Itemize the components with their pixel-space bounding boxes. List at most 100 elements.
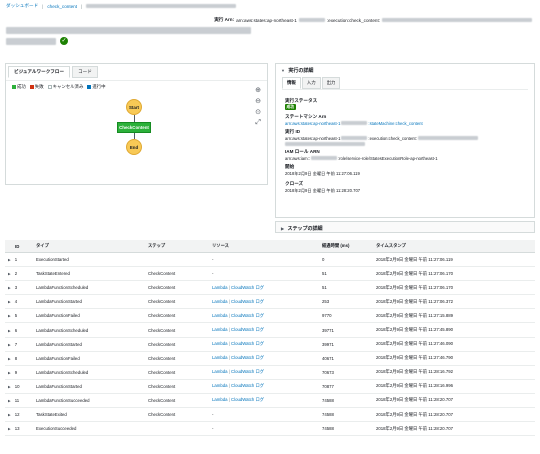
- graph-node-check-content[interactable]: CheckContent: [117, 122, 151, 133]
- event-elapsed: 40671: [322, 355, 334, 361]
- table-row[interactable]: ▶ 3 LambdaFunctionScheduled CheckContent Lam…: [5, 280, 535, 296]
- tab-output[interactable]: 出力: [321, 77, 341, 89]
- table-row[interactable]: ▶ 13 ExecutionSucceeded - 74588 2018年2月9日 金曜日…: [5, 421, 535, 437]
- event-timestamp: 2018年2月9日 金曜日 午前 11:28:20.707: [376, 425, 454, 431]
- graph-node-end[interactable]: End: [126, 139, 142, 155]
- redacted-account: [341, 121, 368, 126]
- expand-row-icon[interactable]: ▶: [8, 357, 11, 361]
- event-id: 6: [14, 327, 18, 333]
- column-header-resource[interactable]: リソース: [209, 240, 319, 253]
- table-row[interactable]: ▶ 6 LambdaFunctionScheduled CheckContent Lam…: [5, 322, 535, 338]
- success-check-icon: ✓: [60, 37, 68, 45]
- lambda-link[interactable]: Lambda: [212, 341, 228, 346]
- status-label: 実行ステータス: [285, 97, 318, 103]
- event-step: CheckContent: [148, 369, 176, 375]
- event-step: CheckContent: [148, 341, 176, 347]
- cloudwatch-logs-link[interactable]: CloudWatch ログ: [231, 313, 264, 318]
- execution-arn-mid: :execution:check_content:: [326, 17, 380, 23]
- tab-input[interactable]: 入力: [301, 77, 321, 89]
- event-step: CheckContent: [148, 383, 176, 389]
- status-badge: 成功: [285, 104, 296, 111]
- expand-row-icon[interactable]: ▶: [8, 272, 11, 276]
- breadcrumb-dashboard[interactable]: ダッシュボード: [6, 3, 38, 9]
- event-id: 13: [14, 426, 20, 432]
- column-header-step[interactable]: ステップ: [145, 240, 209, 253]
- breadcrumb-check-content[interactable]: check_content: [47, 4, 77, 9]
- event-id: 11: [14, 397, 20, 403]
- iam-role-suffix: :role/service-role/StatesExecutionRole-a…: [337, 155, 438, 161]
- cloudwatch-logs-link[interactable]: CloudWatch ログ: [231, 285, 264, 290]
- tab-info[interactable]: 情報: [282, 77, 301, 89]
- lambda-link[interactable]: Lambda: [212, 397, 228, 402]
- event-type: LambdaFunctionFailed: [36, 355, 80, 361]
- cloudwatch-logs-link[interactable]: CloudWatch ログ: [231, 341, 264, 346]
- expand-row-icon[interactable]: ▶: [8, 399, 11, 403]
- execution-details-header[interactable]: ▼ 実行の詳細: [276, 64, 534, 77]
- graph-legend: 成功 失敗 キャンセル済み 進行中: [6, 81, 267, 93]
- table-row[interactable]: ▶ 1 ExecutionStarted - 0 2018年2月9日 金曜日 午前 11:…: [5, 252, 535, 268]
- cloudwatch-logs-link[interactable]: CloudWatch ログ: [231, 299, 264, 304]
- event-timestamp: 2018年2月9日 金曜日 午前 11:28:20.707: [376, 397, 454, 403]
- column-header-elapsed[interactable]: 経過時間 (ms): [319, 240, 373, 253]
- column-header-id[interactable]: ID: [5, 240, 33, 253]
- table-row[interactable]: ▶ 12 TaskStateExited CheckContent - 74588 2018…: [5, 407, 535, 423]
- expand-row-icon[interactable]: ▶: [8, 385, 11, 389]
- resource-value: -: [212, 257, 214, 263]
- tab-code[interactable]: コード: [72, 66, 98, 78]
- expand-row-icon[interactable]: ▶: [8, 371, 11, 375]
- event-step: CheckContent: [148, 271, 176, 277]
- cloudwatch-logs-link[interactable]: CloudWatch ログ: [231, 369, 264, 374]
- expand-row-icon[interactable]: ▶: [8, 300, 11, 304]
- column-header-timestamp[interactable]: タイムスタンプ: [373, 240, 535, 253]
- tab-visual-workflow[interactable]: ビジュアルワークフロー: [8, 66, 71, 78]
- table-row[interactable]: ▶ 2 TaskStateEntered CheckContent - 51 2018年2月…: [5, 266, 535, 282]
- start-label: 開始: [285, 164, 295, 170]
- zoom-in-icon[interactable]: ⊕: [255, 86, 261, 94]
- lambda-link[interactable]: Lambda: [212, 285, 228, 290]
- expand-row-icon[interactable]: ▶: [8, 314, 11, 318]
- event-timestamp: 2018年2月9日 金曜日 午前 11:27:15.889: [376, 312, 454, 318]
- expand-row-icon[interactable]: ▶: [8, 258, 11, 262]
- table-row[interactable]: ▶ 8 LambdaFunctionFailed CheckContent Lambda…: [5, 351, 535, 366]
- graph-node-start[interactable]: Start: [126, 99, 142, 115]
- column-header-type[interactable]: タイプ: [33, 240, 145, 253]
- lambda-link[interactable]: Lambda: [212, 369, 228, 374]
- cloudwatch-logs-link[interactable]: CloudWatch ログ: [231, 397, 264, 402]
- table-row[interactable]: ▶ 9 LambdaFunctionScheduled CheckContent Lam…: [5, 365, 535, 380]
- state-machine-arn-suffix: :stateMachine:check_content: [368, 120, 423, 126]
- expand-icon[interactable]: ⤢: [255, 119, 261, 127]
- center-icon[interactable]: ⊙: [255, 108, 261, 116]
- expand-row-icon[interactable]: ▶: [8, 286, 11, 290]
- events-table: ID タイプ ステップ リソース 経過時間 (ms) タイムスタンプ ▶ 1 Exe…: [5, 240, 535, 437]
- table-row[interactable]: ▶ 11 LambdaFunctionSucceeded CheckContent La…: [5, 393, 535, 409]
- table-row[interactable]: ▶ 7 LambdaFunctionStarted CheckContent Lambd…: [5, 337, 535, 352]
- lambda-link[interactable]: Lambda: [212, 299, 228, 304]
- table-row[interactable]: ▶ 5 LambdaFunctionFailed CheckContent Lambda…: [5, 308, 535, 324]
- lambda-link[interactable]: Lambda: [212, 355, 228, 360]
- step-details-panel[interactable]: ▶ ステップの詳細: [275, 221, 535, 233]
- event-elapsed: 39971: [322, 341, 334, 347]
- table-header-row: ID タイプ ステップ リソース 経過時間 (ms) タイムスタンプ: [5, 240, 535, 253]
- cloudwatch-logs-link[interactable]: CloudWatch ログ: [231, 327, 264, 332]
- expand-row-icon[interactable]: ▶: [8, 413, 11, 417]
- cloudwatch-logs-link[interactable]: CloudWatch ログ: [231, 355, 264, 360]
- cloudwatch-logs-link[interactable]: CloudWatch ログ: [231, 383, 264, 388]
- event-type: LambdaFunctionFailed: [36, 313, 80, 319]
- lambda-link[interactable]: Lambda: [212, 327, 228, 332]
- execution-details-panel: ▼ 実行の詳細 情報 入力 出力 実行ステータス 成功 ステートマシン Arn …: [275, 63, 535, 218]
- lambda-link[interactable]: Lambda: [212, 383, 228, 388]
- execution-arn-label: 実行 Arn:: [214, 17, 235, 22]
- visual-workflow-panel: ビジュアルワークフロー コード 成功 失敗 キャンセル済み 進行中 Start …: [5, 63, 268, 185]
- expand-row-icon[interactable]: ▶: [8, 343, 11, 347]
- expand-row-icon[interactable]: ▶: [8, 329, 11, 333]
- zoom-out-icon[interactable]: ⊖: [255, 97, 261, 105]
- event-id: 4: [14, 299, 18, 305]
- execution-event-history: ID タイプ ステップ リソース 経過時間 (ms) タイムスタンプ ▶ 1 Exe…: [5, 240, 535, 437]
- expand-row-icon[interactable]: ▶: [8, 427, 11, 431]
- table-row[interactable]: ▶ 4 LambdaFunctionStarted CheckContent Lambd…: [5, 294, 535, 310]
- state-machine-arn-link[interactable]: arn:aws:states:ap-northeast-1 :stateMach…: [285, 121, 525, 126]
- event-type: LambdaFunctionStarted: [36, 299, 82, 305]
- event-timestamp: 2018年2月9日 金曜日 午前 11:27:06.170: [376, 284, 454, 290]
- lambda-link[interactable]: Lambda: [212, 313, 228, 318]
- table-row[interactable]: ▶ 10 LambdaFunctionStarted CheckContent Lamb…: [5, 379, 535, 394]
